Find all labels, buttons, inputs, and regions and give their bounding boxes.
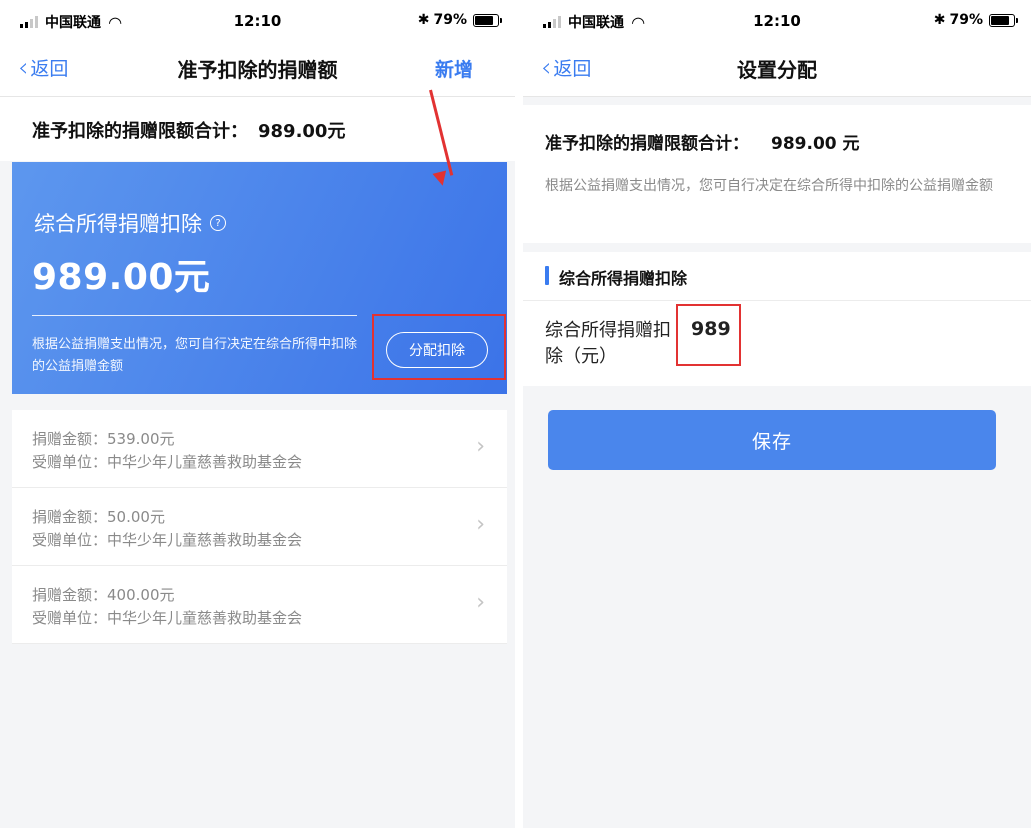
comprehensive-income-card: 综合所得捐赠扣除 ? 989.00元 根据公益捐赠支出情况，您可自行决定在综合所… xyxy=(12,162,507,394)
chevron-right-icon: › xyxy=(476,590,485,615)
nav-bar: ‹ 返回 准予扣除的捐赠额 新增 xyxy=(0,40,515,97)
add-button[interactable]: 新增 xyxy=(435,55,473,82)
deduction-info: 准予扣除的捐赠限额合计： 989.00 元 根据公益捐赠支出情况，您可自行决定在综… xyxy=(523,105,1031,243)
allocate-deduction-button[interactable]: 分配扣除 xyxy=(386,332,488,368)
status-bar: 中国联通 ◠ 12:10 ✱ 79% xyxy=(523,0,1031,40)
info-description: 根据公益捐赠支出情况，您可自行决定在综合所得中扣除的公益捐赠金额 xyxy=(545,178,993,194)
bluetooth-icon: ✱ xyxy=(417,12,430,28)
list-item[interactable]: 捐赠金额：539.00元 受赠单位：中华少年儿童慈善救助基金会 › xyxy=(12,410,507,488)
battery-percent: 79% xyxy=(433,12,467,28)
chevron-right-icon: › xyxy=(476,512,485,537)
list-item[interactable]: 捐赠金额：50.00元 受赠单位：中华少年儿童慈善救助基金会 › xyxy=(12,488,507,566)
section-accent-bar xyxy=(545,266,549,285)
donation-recipient: 受赠单位：中华少年儿童慈善救助基金会 xyxy=(32,453,303,471)
donation-amount: 捐赠金额：50.00元 xyxy=(32,508,165,526)
save-button[interactable]: 保存 xyxy=(548,410,996,470)
battery-area: ✱ 79% xyxy=(417,12,502,28)
allocation-section: 综合所得捐赠扣除 综合所得捐赠扣除（元） xyxy=(523,252,1031,386)
battery-percent: 79% xyxy=(949,12,983,28)
card-amount: 989.00元 xyxy=(32,257,211,298)
total-value: 989.00元 xyxy=(258,121,346,142)
bluetooth-icon: ✱ xyxy=(933,12,946,28)
donation-recipient: 受赠单位：中华少年儿童慈善救助基金会 xyxy=(32,609,303,627)
deduction-field-label: 综合所得捐赠扣除（元） xyxy=(545,320,671,367)
total-value: 989.00 元 xyxy=(771,134,860,154)
total-label: 准予扣除的捐赠限额合计： xyxy=(32,121,248,142)
card-description: 根据公益捐赠支出情况，您可自行决定在综合所得中扣除的公益捐赠金额 xyxy=(32,337,358,374)
battery-area: ✱ 79% xyxy=(933,12,1018,28)
donation-amount: 捐赠金额：539.00元 xyxy=(32,430,175,448)
section-title: 综合所得捐赠扣除 xyxy=(559,269,688,288)
battery-icon xyxy=(989,13,1018,27)
donation-recipient: 受赠单位：中华少年儿童慈善救助基金会 xyxy=(32,531,303,549)
chevron-right-icon: › xyxy=(476,434,485,459)
left-screen: 中国联通 ◠ 12:10 ✱ 79% ‹ 返回 准予扣除的捐赠额 新增 准予扣除… xyxy=(0,0,515,828)
right-screen: 中国联通 ◠ 12:10 ✱ 79% ‹ 返回 设置分配 准予扣除的捐赠限额合计… xyxy=(523,0,1031,828)
section-header: 综合所得捐赠扣除 xyxy=(523,252,1031,301)
battery-icon xyxy=(473,13,502,27)
status-bar: 中国联通 ◠ 12:10 ✱ 79% xyxy=(0,0,515,40)
card-divider xyxy=(32,315,357,316)
question-circle-icon[interactable]: ? xyxy=(210,215,226,231)
page-title: 设置分配 xyxy=(737,58,817,82)
nav-bar: ‹ 返回 设置分配 xyxy=(523,40,1031,97)
card-title: 综合所得捐赠扣除 xyxy=(34,212,202,236)
donation-list: 捐赠金额：539.00元 受赠单位：中华少年儿童慈善救助基金会 › 捐赠金额：5… xyxy=(12,410,507,644)
total-label: 准予扣除的捐赠限额合计： xyxy=(545,134,749,154)
amount-input-highlight xyxy=(676,304,741,366)
list-item[interactable]: 捐赠金额：400.00元 受赠单位：中华少年儿童慈善救助基金会 › xyxy=(12,566,507,644)
donation-amount: 捐赠金额：400.00元 xyxy=(32,586,175,604)
